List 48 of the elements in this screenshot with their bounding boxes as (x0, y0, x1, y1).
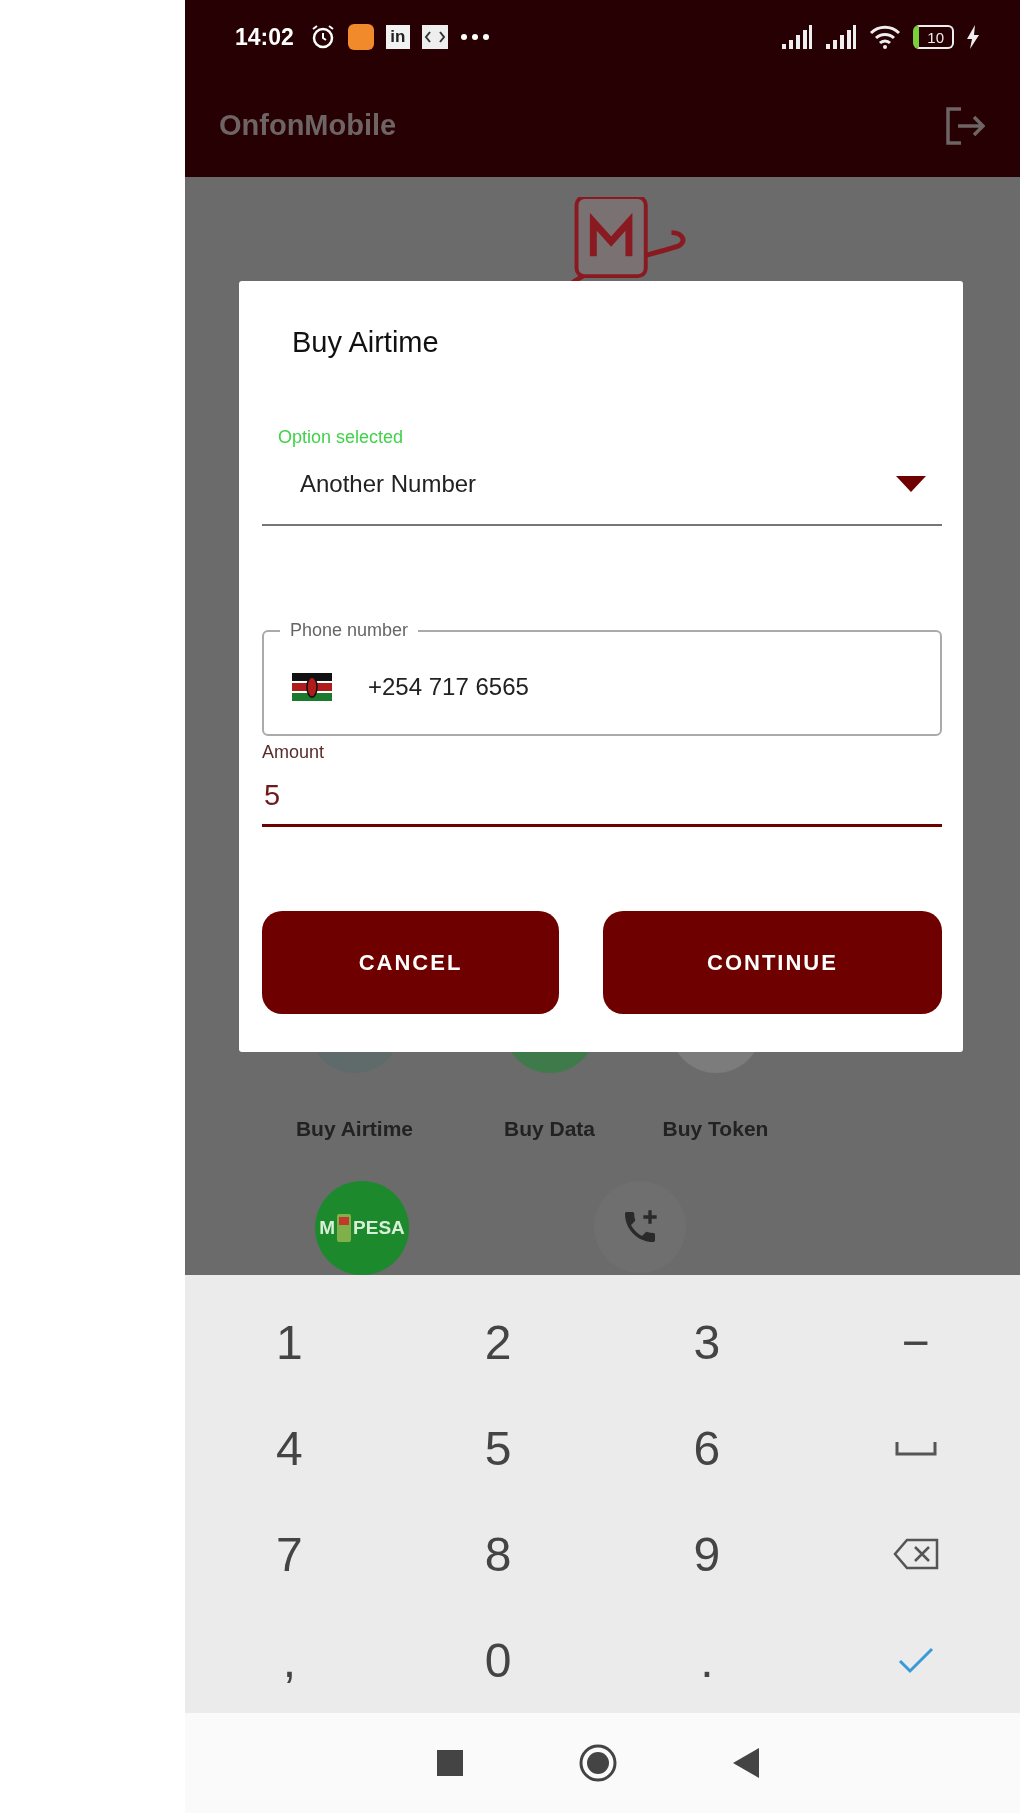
space-key-icon[interactable] (894, 1440, 937, 1456)
keyboard-key[interactable]: 8 (393, 1501, 603, 1607)
back-icon[interactable] (732, 1748, 759, 1778)
field-label: Option selected (278, 427, 405, 448)
backspace-icon[interactable] (892, 1538, 939, 1570)
keyboard-key[interactable]: 9 (602, 1501, 812, 1607)
charging-icon (966, 25, 980, 49)
phone-number-value: +254 717 6565 (368, 673, 529, 701)
keyboard-key[interactable]: − (811, 1289, 1020, 1395)
keyboard-key[interactable]: 3 (602, 1289, 812, 1395)
keyboard-key[interactable]: 1 (185, 1289, 394, 1395)
notification-icon: in (385, 25, 410, 49)
app-title: OnfonMobile (219, 109, 397, 142)
square-icon[interactable] (436, 1750, 463, 1776)
continue-button[interactable]: CONTINUE (603, 911, 942, 1014)
status-time: 14:02 (235, 23, 294, 51)
dropdown-value: Another Number (300, 470, 477, 498)
amount-field[interactable]: 5 (262, 763, 942, 827)
home-circle-icon[interactable] (577, 1743, 618, 1783)
flag-icon (292, 673, 332, 701)
dialog-title: Buy Airtime (292, 326, 440, 359)
keyboard-key[interactable]: 0 (393, 1607, 603, 1713)
cancel-button[interactable]: CANCEL (262, 911, 559, 1014)
phone-number-field[interactable]: Phone number +254 717 6565 (262, 620, 942, 736)
keyboard-key[interactable]: , (185, 1607, 394, 1713)
battery-level: 10 (913, 25, 954, 49)
more-icon (459, 33, 490, 41)
phone-icon (337, 1214, 352, 1242)
keyboard-key[interactable]: 4 (185, 1395, 394, 1501)
keyboard-key[interactable]: 6 (602, 1395, 812, 1501)
keyboard-key[interactable]: 7 (185, 1501, 394, 1607)
logo-text: M (319, 1217, 336, 1239)
signal-icon (781, 25, 814, 49)
signal-icon (825, 25, 858, 49)
check-icon[interactable] (897, 1646, 934, 1674)
code-icon (421, 25, 448, 49)
caret-icon (896, 476, 926, 492)
keyboard-key[interactable]: 2 (393, 1289, 603, 1395)
mpesa-logo[interactable]: M PESA (315, 1181, 409, 1275)
option-dropdown[interactable]: Another Number (262, 450, 942, 526)
field-label: Amount (262, 742, 326, 763)
wifi-icon (869, 25, 902, 49)
app-icon (347, 24, 374, 50)
keyboard-key[interactable]: 5 (393, 1395, 603, 1501)
keyboard-key[interactable]: . (602, 1607, 812, 1713)
field-label: Phone number (289, 620, 410, 641)
logout-icon[interactable] (943, 104, 985, 147)
logo-text: PESA (353, 1217, 405, 1239)
